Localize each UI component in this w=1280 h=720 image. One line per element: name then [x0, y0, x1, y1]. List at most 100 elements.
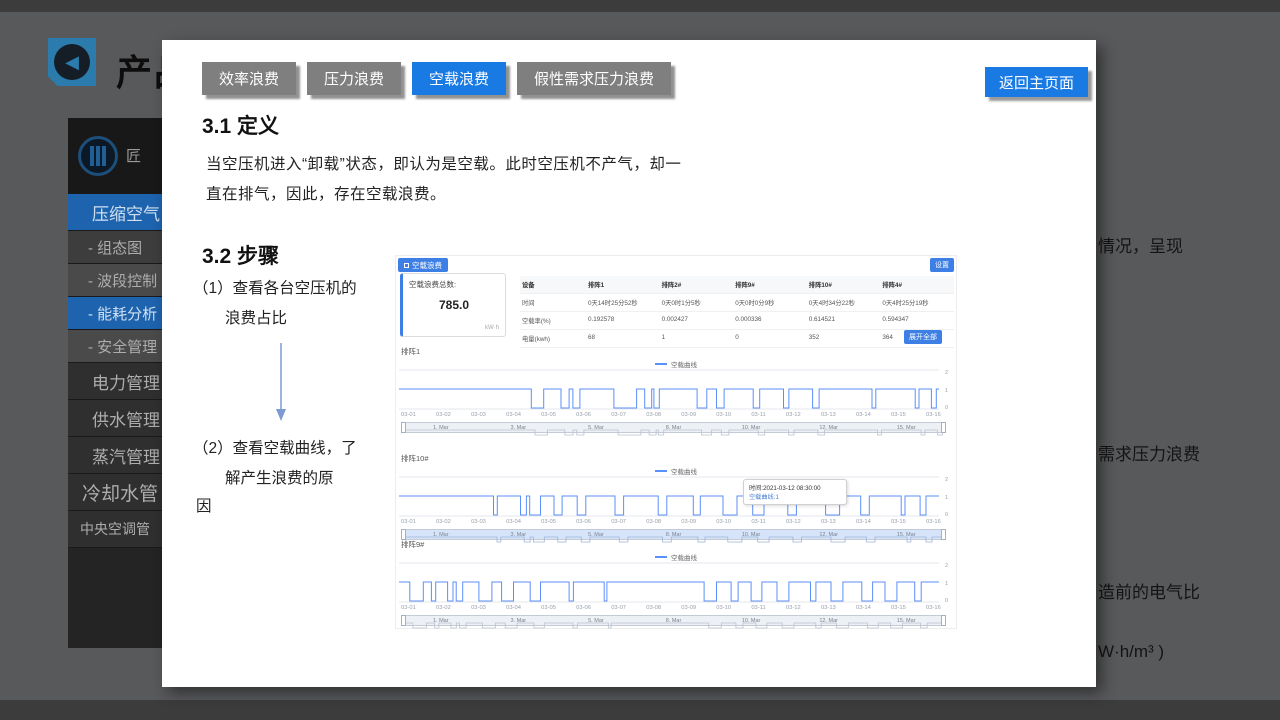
chart-plot[interactable]: 210 — [399, 561, 957, 603]
slider-handle[interactable] — [401, 615, 406, 626]
slider-handle[interactable] — [941, 422, 946, 433]
table-cell: 空载率(%) — [520, 312, 586, 330]
company-logo-icon — [78, 136, 118, 176]
slider-date-label: 8. Mar — [666, 618, 682, 624]
sidebar-item-9[interactable]: 中央空调管 — [68, 511, 164, 548]
slider-date-label: 3. Mar — [511, 425, 527, 431]
y-tick-label: 2 — [945, 370, 948, 376]
chart-block-0: 排阵1空载曲线21003-0103-0203-0303-0403-0503-06… — [399, 346, 953, 450]
legend-line-icon — [655, 556, 667, 558]
definition-line-1: 当空压机进入“卸载”状态，即认为是空载。此时空压机不产气，却一 — [206, 152, 681, 174]
sidebar-item-8[interactable]: 冷却水管 — [68, 474, 164, 511]
x-tick-label: 03-16 — [926, 412, 941, 418]
tab-2[interactable]: 空载浪费 — [412, 62, 506, 95]
x-tick-label: 03-15 — [891, 412, 906, 418]
table-cell: 0.594347 — [880, 312, 954, 330]
clipped-text-4: W·h/m³ ) — [1098, 642, 1164, 662]
x-tick-label: 03-02 — [436, 605, 451, 611]
slider-date-label: 1. Mar — [433, 425, 449, 431]
step2-line-3: 因 — [196, 494, 212, 516]
sidebar-item-0[interactable]: 压缩空气 — [68, 194, 164, 231]
summary-card: 空载浪费总数: 785.0 kW·h — [400, 273, 506, 337]
sidebar-logo-row: 匠 — [68, 118, 164, 194]
y-tick-label: 0 — [945, 512, 948, 517]
x-tick-label: 03-14 — [856, 519, 871, 525]
y-tick-label: 2 — [945, 477, 948, 483]
chart-tooltip: 时间:2021-03-12 08:30:00空载曲线:1 — [743, 479, 847, 505]
chart-plot[interactable]: 210 — [399, 475, 957, 517]
slider-date-label: 10. Mar — [742, 618, 761, 624]
chart-title: 排阵1 — [401, 346, 420, 357]
waste-detail-modal: 效率浪费压力浪费空载浪费假性需求压力浪费 返回主页面 3.1 定义 当空压机进入… — [162, 40, 1096, 687]
sidebar-item-7[interactable]: 蒸汽管理 — [68, 437, 164, 474]
sidebar-brand: 匠 — [126, 145, 141, 166]
clipped-text-1: 情况，呈现 — [1098, 232, 1183, 257]
table-cell: 0天14时25分52秒 — [586, 294, 660, 312]
sidebar-item-4[interactable]: - 安全管理 — [68, 330, 164, 363]
x-tick-label: 03-08 — [646, 605, 661, 611]
summary-label: 空载浪费总数: — [409, 279, 499, 290]
slider-date-label: 5. Mar — [588, 618, 604, 624]
x-tick-label: 03-04 — [506, 519, 521, 525]
x-tick-label: 03-10 — [716, 519, 731, 525]
slider-date-label: 15. Mar — [897, 425, 916, 431]
expand-all-button[interactable]: 展开全部 — [904, 330, 942, 344]
slider-date-label: 10. Mar — [742, 425, 761, 431]
step1-line-1: （1）查看各台空压机的 — [193, 276, 357, 298]
datazoom-slider[interactable]: 1. Mar3. Mar5. Mar8. Mar10. Mar12. Mar15… — [401, 422, 946, 433]
tab-3[interactable]: 假性需求压力浪费 — [517, 62, 671, 95]
sidebar-item-5[interactable]: 电力管理 — [68, 363, 164, 400]
slider-date-label: 1. Mar — [433, 618, 449, 624]
x-tick-label: 03-07 — [611, 519, 626, 525]
chart-plot[interactable]: 2 1 0 — [399, 368, 957, 410]
slider-date-label: 8. Mar — [666, 425, 682, 431]
x-tick-label: 03-14 — [856, 605, 871, 611]
back-arrow-icon[interactable]: ◀ — [48, 38, 96, 86]
table-header-cell: 排阵2# — [660, 276, 734, 294]
x-tick-label: 03-15 — [891, 519, 906, 525]
table-cell: 0天0时0分9秒 — [733, 294, 807, 312]
table-header-cell: 排阵4# — [880, 276, 954, 294]
x-tick-label: 03-16 — [926, 519, 941, 525]
datazoom-slider[interactable]: 1. Mar3. Mar5. Mar8. Mar10. Mar12. Mar15… — [401, 615, 946, 626]
tab-0[interactable]: 效率浪费 — [202, 62, 296, 95]
y-tick-label: 0 — [945, 598, 948, 603]
clipped-text-2: 需求压力浪费 — [1098, 440, 1200, 465]
sidebar-item-6[interactable]: 供水管理 — [68, 400, 164, 437]
slider-handle[interactable] — [401, 422, 406, 433]
settings-button[interactable]: 设置 — [930, 258, 954, 272]
table-cell: 0天4时25分19秒 — [880, 294, 954, 312]
step2-line-2: 解产生浪费的原 — [225, 466, 334, 488]
back-arrow-glyph: ◀ — [54, 44, 90, 80]
slider-date-label: 15. Mar — [897, 618, 916, 624]
x-tick-label: 03-09 — [681, 519, 696, 525]
slider-date-label: 5. Mar — [588, 425, 604, 431]
slider-handle[interactable] — [941, 615, 946, 626]
legend-line-icon — [655, 363, 667, 365]
table-header-cell: 设备 — [520, 276, 586, 294]
y-tick-label: 1 — [945, 388, 948, 394]
x-tick-label: 03-08 — [646, 412, 661, 418]
table-cell: 0.002427 — [660, 312, 734, 330]
x-tick-label: 03-01 — [401, 519, 416, 525]
slider-date-label: 5. Mar — [588, 532, 604, 538]
tab-1[interactable]: 压力浪费 — [307, 62, 401, 95]
slider-date-label: 10. Mar — [742, 532, 761, 538]
return-home-button[interactable]: 返回主页面 — [985, 67, 1088, 97]
step2-line-1: （2）查看空载曲线，了 — [193, 436, 357, 458]
x-tick-label: 03-13 — [821, 412, 836, 418]
summary-unit: kW·h — [485, 325, 499, 331]
sidebar-item-2[interactable]: - 波段控制 — [68, 264, 164, 297]
sidebar-item-3[interactable]: - 能耗分析 — [68, 297, 164, 330]
slider-date-label: 12. Mar — [819, 532, 838, 538]
x-tick-label: 03-01 — [401, 412, 416, 418]
sidebar-item-1[interactable]: - 组态图 — [68, 231, 164, 264]
slider-date-label: 1. Mar — [433, 532, 449, 538]
table-header-cell: 排阵10# — [807, 276, 881, 294]
definition-line-2: 直在排气，因此，存在空载浪费。 — [206, 182, 446, 204]
y-tick-label: 0 — [945, 405, 948, 410]
x-tick-label: 03-08 — [646, 519, 661, 525]
x-tick-label: 03-13 — [821, 519, 836, 525]
clipped-text-3: 造前的电气比 — [1098, 578, 1200, 603]
x-tick-label: 03-05 — [541, 605, 556, 611]
